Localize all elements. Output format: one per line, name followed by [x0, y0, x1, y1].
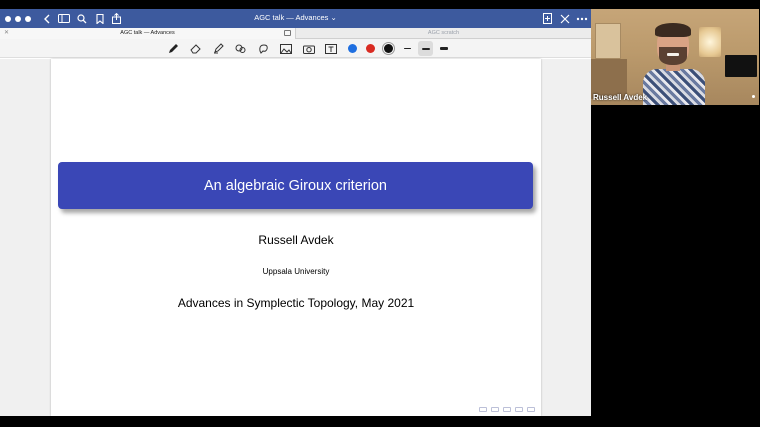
color-black[interactable]: [382, 42, 395, 55]
highlighter-icon[interactable]: [212, 42, 225, 55]
background-door: [595, 23, 621, 59]
color-red[interactable]: [366, 44, 375, 53]
slide-page[interactable]: An algebraic Giroux criterion Russell Av…: [51, 59, 541, 416]
more-icon[interactable]: [575, 12, 588, 25]
stroke-thin-icon: [404, 48, 411, 49]
document-area[interactable]: An algebraic Giroux criterion Russell Av…: [0, 59, 591, 416]
notes-app-window: AGC talk — Advances ⌄ ✕ AGC talk — Advan…: [0, 9, 591, 416]
tools-icon[interactable]: [558, 12, 571, 25]
stroke-medium-icon: [421, 47, 430, 50]
participant-person: [643, 23, 705, 105]
tab-agc-talk-advances[interactable]: ✕ AGC talk — Advances: [0, 28, 296, 39]
text-icon[interactable]: [324, 42, 337, 55]
stroke-thick-button[interactable]: [436, 41, 451, 56]
tab-label: AGC talk — Advances: [120, 30, 175, 36]
stroke-thick-icon: [439, 47, 448, 50]
shapes-icon[interactable]: [257, 42, 270, 55]
pen-icon[interactable]: [167, 42, 180, 55]
close-tab-icon[interactable]: ✕: [4, 28, 9, 39]
person-shirt: [643, 69, 705, 105]
color-blue[interactable]: [348, 44, 357, 53]
screen: AGC talk — Advances ⌄ ✕ AGC talk — Advan…: [0, 0, 760, 427]
beamer-navigation[interactable]: [365, 405, 535, 413]
background-tv: [725, 55, 757, 77]
stroke-medium-button[interactable]: [418, 41, 433, 56]
nav-search-icon[interactable]: [527, 406, 535, 412]
slide-event: Advances in Symplectic Topology, May 202…: [177, 296, 415, 310]
stroke-thin-button[interactable]: [400, 41, 415, 56]
participant-name: Russell Avdek: [593, 93, 648, 102]
person-beard: [659, 47, 687, 65]
tab-bar: ✕ AGC talk — Advances AGC scratch: [0, 28, 591, 39]
camera-icon[interactable]: [302, 42, 315, 55]
nav-section-icon[interactable]: [503, 406, 511, 412]
split-view-icon[interactable]: [284, 30, 291, 36]
nav-slide-icon[interactable]: [515, 406, 523, 412]
status-dot-icon: [752, 95, 755, 98]
slide-author: Russell Avdek: [258, 233, 334, 247]
lasso-icon[interactable]: [234, 42, 247, 55]
tab-label: AGC scratch: [427, 30, 460, 36]
participant-video[interactable]: Russell Avdek: [591, 9, 759, 105]
annotation-toolbar: [0, 39, 591, 58]
slide-title-banner: An algebraic Giroux criterion: [58, 162, 533, 209]
nav-subsection-icon[interactable]: [491, 406, 499, 412]
background-lamp: [699, 27, 721, 57]
nav-frame-icon[interactable]: [479, 406, 487, 412]
tab-agc-scratch[interactable]: AGC scratch: [296, 28, 591, 39]
image-icon[interactable]: [279, 42, 292, 55]
eraser-icon[interactable]: [189, 42, 202, 55]
person-smile: [667, 53, 679, 56]
title-bar: AGC talk — Advances ⌄: [0, 9, 591, 28]
person-hair: [655, 23, 691, 37]
slide-institution: Uppsala University: [262, 267, 330, 276]
new-page-icon[interactable]: [541, 12, 554, 25]
window-title[interactable]: AGC talk — Advances ⌄: [0, 13, 591, 22]
slide-title: An algebraic Giroux criterion: [204, 177, 387, 194]
